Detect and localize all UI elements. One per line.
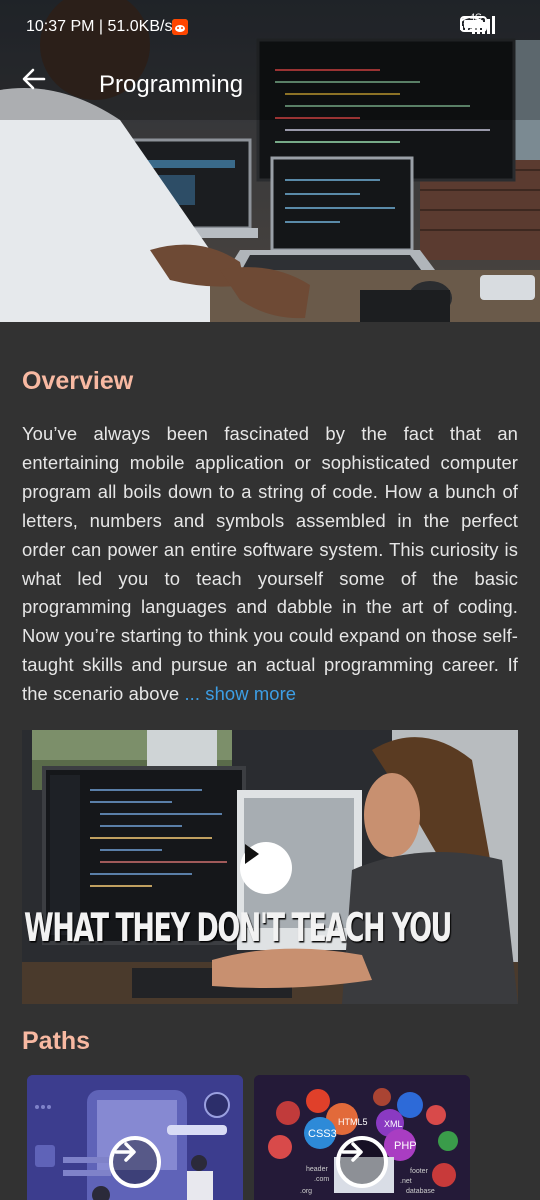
play-icon (245, 844, 259, 864)
overview-heading: Overview (22, 367, 134, 395)
video-player[interactable]: WHAT THEY DON'T TEACH YOU (22, 730, 518, 1004)
tag-label: XML (384, 1119, 403, 1129)
paths-heading: Paths (22, 1027, 91, 1055)
overview-body: You’ve always been fascinated by the fac… (22, 423, 518, 705)
status-bar: 10:37 PM | 51.0KB/s 4G (0, 0, 540, 58)
tag-label: PHP (394, 1140, 417, 1152)
overview-text: You’ve always been fascinated by the fac… (22, 420, 518, 709)
tag-label: CSS3 (308, 1128, 337, 1140)
arrow-left-icon (22, 68, 46, 90)
app-bar: Programming (0, 58, 540, 114)
page-title: Programming (99, 71, 244, 98)
show-more-link[interactable]: ... show more (184, 683, 296, 704)
status-time: 10:37 PM | 51.0KB/s (26, 18, 173, 35)
arrow-right-icon (114, 1142, 136, 1162)
arrow-right-icon (341, 1142, 363, 1162)
tag-label: .com (314, 1176, 329, 1183)
open-path-button[interactable] (336, 1136, 388, 1188)
play-button[interactable] (240, 842, 292, 894)
tag-label: .net (400, 1178, 412, 1185)
tag-label: HTML5 (338, 1117, 368, 1127)
path-card[interactable]: HTML5 XML CSS3 PHP header .com footer .n… (254, 1075, 470, 1200)
back-button[interactable] (22, 68, 58, 104)
tag-label: header (306, 1166, 328, 1173)
tag-label: .org (300, 1188, 312, 1195)
tag-label: database (406, 1188, 435, 1195)
video-caption: WHAT THEY DON'T TEACH YOU (24, 906, 452, 951)
path-card[interactable] (27, 1075, 243, 1200)
hero-image: 10:37 PM | 51.0KB/s 4G Programming (0, 0, 540, 322)
tag-label: footer (410, 1168, 429, 1175)
open-path-button[interactable] (109, 1136, 161, 1188)
